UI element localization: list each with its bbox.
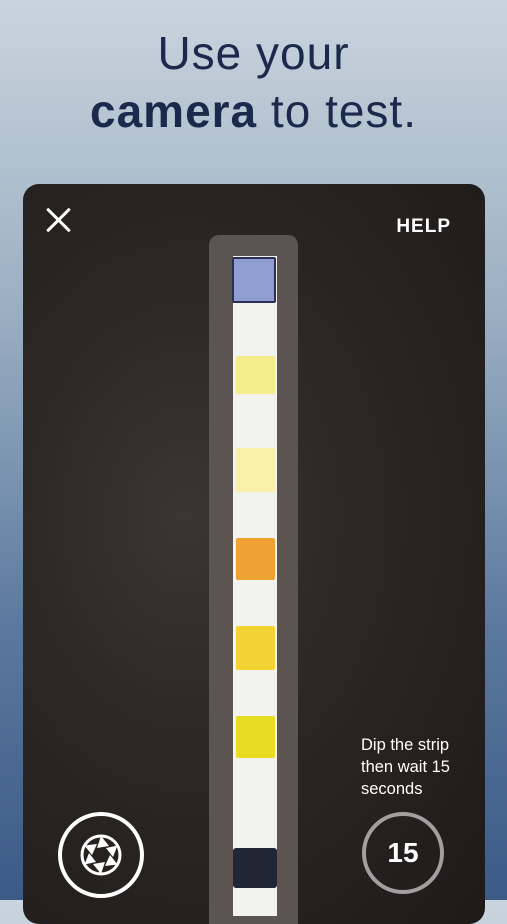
help-button[interactable]: HELP [396,216,451,238]
strip-pad [236,448,275,492]
close-icon[interactable] [43,204,75,236]
instruction-text: Dip the strip then wait 15 seconds [361,736,450,798]
headline-line-2: camera to test. [0,82,507,140]
headline-bold-word: camera [90,85,258,137]
strip-pad [236,626,275,670]
camera-viewfinder: HELP Dip the strip then wait 15 seconds … [23,184,485,924]
strip-pad [236,538,275,580]
strip-pad [232,257,276,303]
headline: Use your camera to test. [0,24,507,140]
shutter-button[interactable] [58,812,144,898]
timer-value: 15 [387,837,419,868]
test-strip [233,256,277,916]
strip-holder-end [233,848,277,888]
aperture-icon [80,834,122,876]
strip-pad [236,716,275,758]
countdown-timer: 15 [362,812,444,894]
headline-rest: to test. [257,85,417,137]
headline-line-1: Use your [157,27,350,79]
strip-pad [236,356,275,394]
